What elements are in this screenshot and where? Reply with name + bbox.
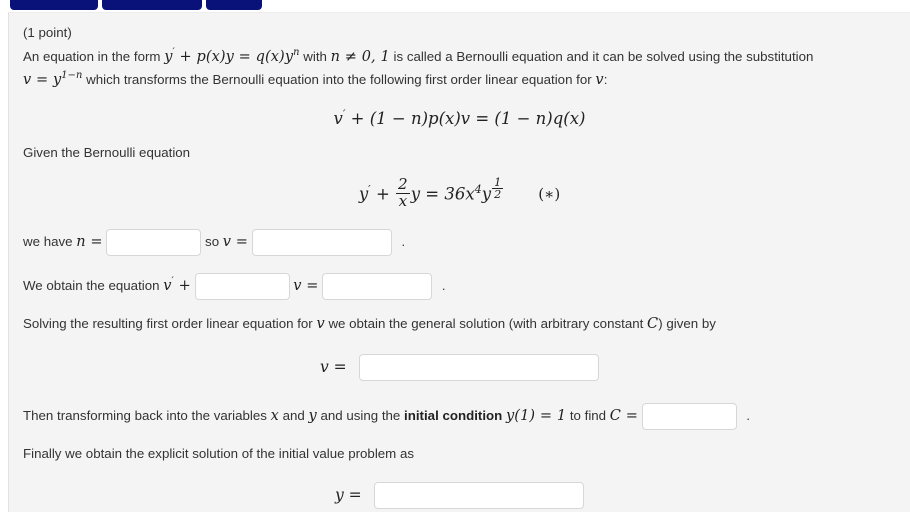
- row-v-var: v =: [222, 233, 249, 250]
- substitution-equation: v = y1−n: [23, 70, 83, 89]
- initial-condition-label: initial condition: [404, 407, 503, 423]
- row-equation-period: .: [441, 277, 446, 293]
- v-answer-label: v =: [319, 358, 347, 377]
- intro-text-4: which transforms the Bernoulli equation …: [86, 72, 592, 88]
- solving-sentence: Solving the resulting first order linear…: [23, 313, 896, 336]
- input-y-explicit-solution[interactable]: [374, 481, 585, 509]
- row-equation-prefix: We obtain the equation: [23, 277, 160, 293]
- input-coefficient[interactable]: [194, 272, 290, 300]
- row-n-middle: so: [205, 233, 220, 249]
- bernoulli-star-label: (∗): [538, 185, 561, 204]
- input-v-general-solution[interactable]: [359, 353, 600, 381]
- points-label: (1 point): [23, 25, 72, 40]
- intro-text-3: is called a Bernoulli equation and it ca…: [393, 49, 814, 64]
- input-n-value[interactable]: [106, 228, 202, 256]
- y-answer-label: y =: [334, 486, 362, 505]
- initial-condition-equation: y(1) = 1: [506, 407, 567, 424]
- row-n-and-v: we have n = so v = .: [23, 225, 896, 259]
- solving-text-a: Solving the resulting first order linear…: [23, 315, 313, 331]
- intro-variable-v: v: [595, 72, 604, 89]
- row-n-var: n =: [76, 233, 103, 250]
- final-sentence: Finally we obtain the explicit solution …: [23, 445, 414, 461]
- intro-colon: :: [603, 72, 608, 88]
- intro-text-1: An equation in the form: [23, 49, 161, 64]
- nav-button-1[interactable]: [10, 0, 98, 10]
- nav-button-3[interactable]: [206, 0, 262, 10]
- solving-text-b: we obtain the general solution (with arb…: [328, 315, 644, 331]
- input-constant-c[interactable]: [641, 402, 737, 430]
- transform-constant-c: C =: [609, 407, 638, 424]
- transform-var-x: x: [270, 407, 279, 424]
- top-nav-button-strip: [0, 0, 910, 10]
- problem-panel: (1 point) An equation in the form y′ + p…: [8, 12, 910, 512]
- linear-equation-display: v′ + (1 − n)p(x)v = (1 − n)q(x): [333, 107, 586, 128]
- screenshot-root: (1 point) An equation in the form y′ + p…: [0, 0, 910, 512]
- transform-period: .: [746, 407, 750, 423]
- row-v-answer: v =: [23, 350, 896, 384]
- solving-var-v: v: [316, 315, 325, 332]
- given-label: Given the Bernoulli equation: [23, 144, 191, 160]
- row-obtained-equation: We obtain the equation v′ + v = .: [23, 269, 896, 303]
- row-equation-vprime: v′ +: [163, 276, 191, 294]
- transform-text-a: Then transforming back into the variable…: [23, 407, 267, 423]
- bernoulli-equation-display: y′ + 2xy = 36x4y 1 2 (∗): [358, 175, 561, 211]
- row-n-period: .: [401, 233, 406, 249]
- row-equation-v-equals: v =: [293, 277, 319, 294]
- intro-text-2: with: [303, 49, 327, 64]
- transform-text-b: and using the: [320, 407, 401, 423]
- transform-var-y: y: [308, 407, 317, 424]
- solving-constant-c: C: [647, 315, 659, 332]
- row-y-answer: y =: [23, 478, 896, 512]
- solving-text-c: ) given by: [658, 315, 716, 331]
- intro-condition: n ≠ 0, 1: [330, 49, 390, 65]
- transform-text-c: to find: [569, 407, 607, 423]
- intro-equation-general: y′ + p(x)y = q(x)yn: [164, 47, 300, 65]
- transform-and: and: [282, 407, 305, 423]
- input-v-substitution[interactable]: [251, 228, 392, 256]
- row-n-prefix: we have: [23, 233, 73, 249]
- row-transform-back: Then transforming back into the variable…: [23, 399, 896, 433]
- nav-button-2[interactable]: [102, 0, 202, 10]
- input-rhs[interactable]: [322, 272, 433, 300]
- intro-paragraph: An equation in the form y′ + p(x)y = q(x…: [23, 46, 896, 93]
